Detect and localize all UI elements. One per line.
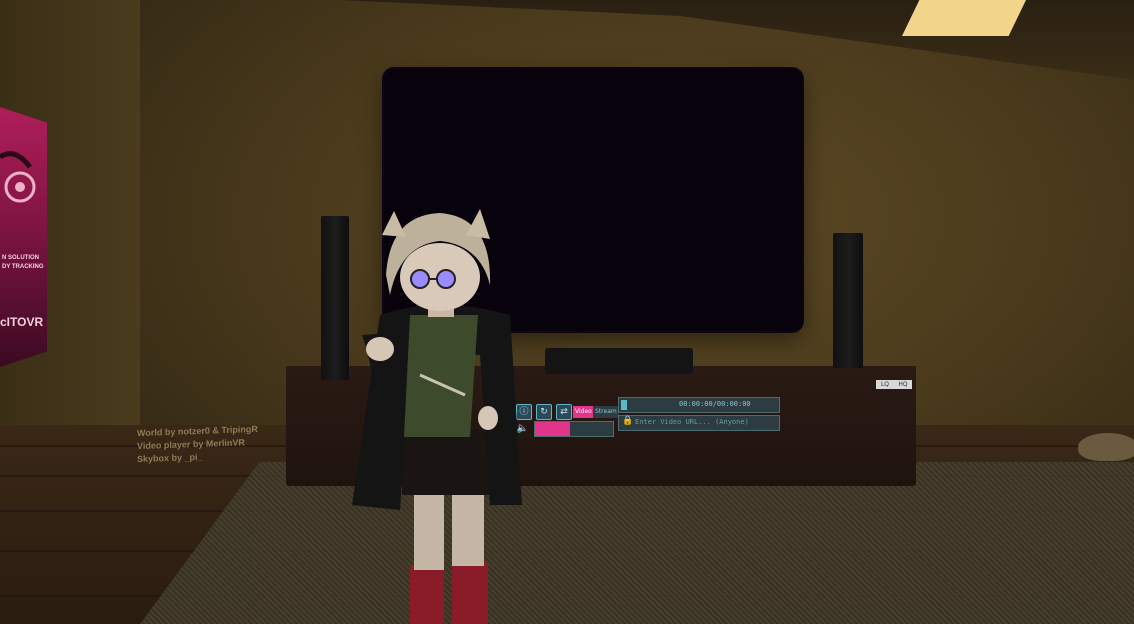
vr-room-scene: N SOLUTION DY TRACKING cITOVR LQ HQ Worl… — [0, 0, 1134, 624]
lock-icon: 🔒 — [622, 416, 634, 426]
loop-icon: ⇄ — [560, 407, 568, 417]
seek-bar[interactable]: 00:00:00/00:00:00 — [618, 397, 780, 413]
pause-icon[interactable] — [621, 400, 627, 410]
poster-text-2: DY TRACKING — [2, 264, 44, 270]
avatar-ear-left — [382, 211, 406, 237]
video-player-panel: ⓘ ↻ ⇄ Video Stream 00:00:00/00:00:00 🔈 🔒… — [516, 396, 780, 438]
wall-poster: N SOLUTION DY TRACKING cITOVR — [0, 107, 47, 367]
avatar-leg-left — [414, 485, 444, 570]
avatar-hand-left — [366, 337, 394, 361]
volume-slider[interactable] — [534, 421, 614, 437]
reload-icon: ↻ — [540, 407, 548, 417]
avatar-eye-right — [436, 269, 456, 289]
avatar-boot-right — [452, 561, 488, 624]
quality-low-button[interactable]: LQ — [876, 380, 894, 389]
soundbar — [545, 348, 693, 374]
url-input[interactable]: 🔒 Enter Video URL... (Anyone) — [618, 415, 780, 431]
world-credits: World by notzer0 & TripingR Video player… — [137, 423, 258, 466]
video-mode-button[interactable]: Video — [573, 406, 594, 418]
url-placeholder: Enter Video URL... (Anyone) — [635, 418, 749, 426]
poster-brand: cITOVR — [0, 315, 44, 329]
avatar-shorts — [402, 430, 492, 495]
avatar-character — [352, 209, 522, 624]
poster-figure-icon — [0, 151, 36, 203]
avatar-eye-left — [410, 269, 430, 289]
avatar-hand-right — [478, 406, 498, 430]
stream-mode-button[interactable]: Stream — [593, 406, 619, 418]
avatar-shirt — [404, 315, 478, 437]
avatar-boot-left — [410, 565, 444, 624]
poster-text-1: N SOLUTION — [2, 255, 39, 261]
floor-cushion — [1078, 433, 1134, 461]
rug — [140, 462, 1134, 624]
speaker-right — [833, 233, 863, 368]
quality-toggle[interactable]: LQ HQ — [876, 380, 912, 389]
time-display: 00:00:00/00:00:00 — [679, 400, 751, 408]
quality-high-button[interactable]: HQ — [894, 380, 912, 389]
volume-fill — [535, 422, 571, 436]
ceiling-light — [902, 0, 1026, 36]
loop-button[interactable]: ⇄ — [556, 404, 572, 420]
